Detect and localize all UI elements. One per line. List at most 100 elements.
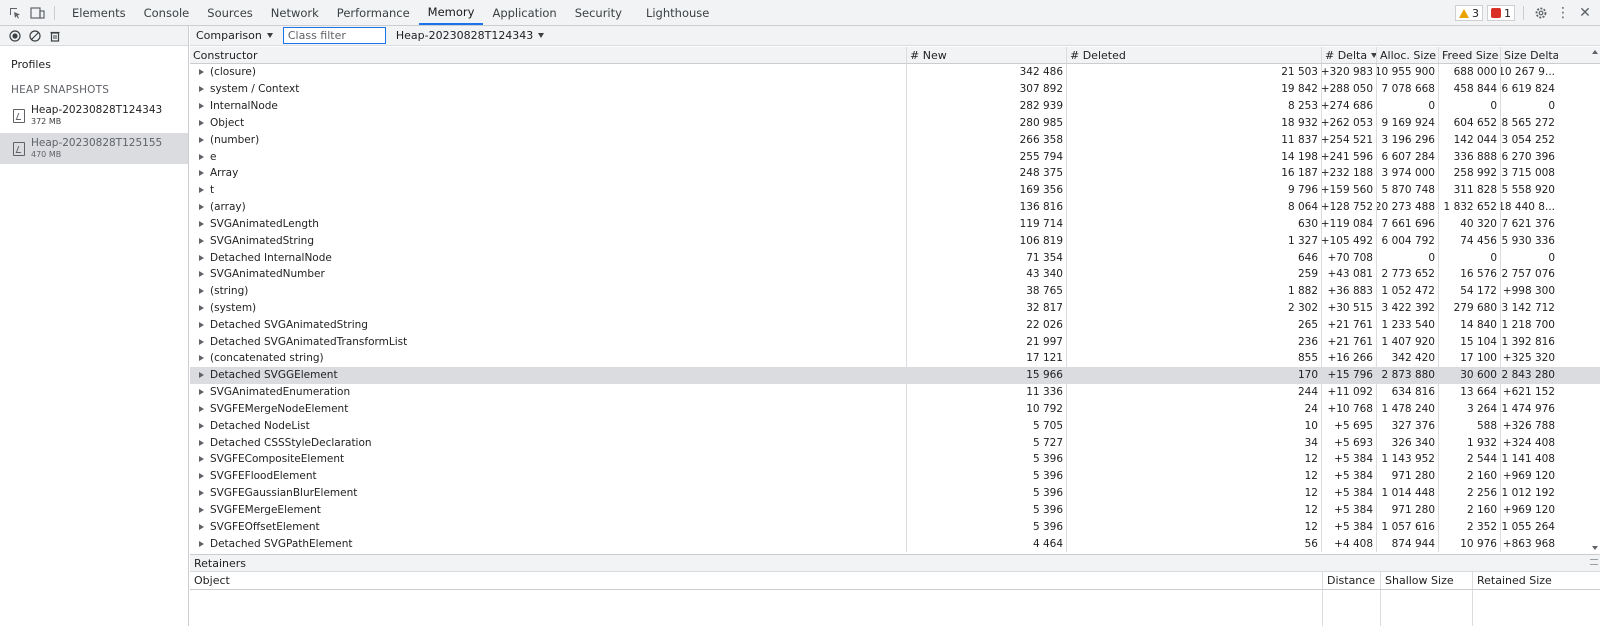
table-row[interactable]: SVGAnimatedNumber 43 340 259 +43 081 2 773 6… xyxy=(190,265,1600,283)
table-row[interactable]: SVGFEMergeElement 5 396 12 +5 384 971 280 2 1… xyxy=(190,501,1600,519)
table-row[interactable]: InternalNode 282 939 8 253 +274 686 0 0 0 xyxy=(190,97,1600,115)
table-row[interactable]: Detached SVGGElement 15 966 170 +15 796 2 87… xyxy=(190,366,1600,384)
table-row[interactable]: SVGAnimatedLength 119 714 630 +119 084 7 661… xyxy=(190,215,1600,233)
errors-badge[interactable]: 1 xyxy=(1487,5,1515,21)
expand-triangle-icon[interactable] xyxy=(199,86,204,93)
tab-memory[interactable]: Memory xyxy=(418,0,484,25)
tab-performance[interactable]: Performance xyxy=(328,0,419,25)
col-distance[interactable]: Distance xyxy=(1323,572,1381,589)
col-retained-size[interactable]: Retained Size xyxy=(1473,572,1600,589)
table-row[interactable]: (closure) 342 486 21 503 +320 983 10 955 900… xyxy=(190,64,1600,81)
table-row[interactable]: Detached SVGAnimatedString 22 026 265 +21 7… xyxy=(190,316,1600,334)
expand-triangle-icon[interactable] xyxy=(199,288,204,295)
col-alloc-size[interactable]: Alloc. Size xyxy=(1377,47,1439,63)
clear-icon[interactable] xyxy=(28,29,42,43)
expand-triangle-icon[interactable] xyxy=(199,439,204,446)
table-row[interactable]: (string) 38 765 1 882 +36 883 1 052 472 54 17… xyxy=(190,282,1600,300)
table-row[interactable]: Detached NodeList 5 705 10 +5 695 327 376 588… xyxy=(190,417,1600,435)
expand-triangle-icon[interactable] xyxy=(199,69,204,76)
expand-triangle-icon[interactable] xyxy=(199,473,204,480)
settings-gear-icon[interactable] xyxy=(1532,3,1550,23)
table-row[interactable]: SVGFECompositeElement 5 396 12 +5 384 1 143 … xyxy=(190,451,1600,468)
inspect-element-icon[interactable] xyxy=(4,0,26,26)
tab-lighthouse[interactable]: Lighthouse xyxy=(637,0,718,25)
tab-security[interactable]: Security xyxy=(566,0,631,25)
table-row[interactable]: e 255 79414 198+241 5966 607 284336 888+6… xyxy=(190,148,1600,165)
collect-garbage-icon[interactable] xyxy=(48,29,62,43)
scroll-down-icon[interactable] xyxy=(1592,546,1598,550)
snapshot-item[interactable]: Heap-20230828T124343 372 MB xyxy=(0,100,188,131)
device-toolbar-icon[interactable] xyxy=(26,0,48,26)
base-snapshot-select[interactable]: Heap-20230828T124343 xyxy=(390,29,550,42)
resize-grip-icon[interactable] xyxy=(1590,559,1598,565)
col-constructor[interactable]: Constructor xyxy=(190,47,907,63)
scroll-up-icon[interactable] xyxy=(1592,50,1598,54)
col-deleted[interactable]: # Deleted xyxy=(1067,47,1322,63)
close-icon[interactable]: ✕ xyxy=(1576,3,1594,23)
col-shallow-size[interactable]: Shallow Size xyxy=(1381,572,1473,589)
expand-triangle-icon[interactable] xyxy=(199,523,204,530)
profiles-label[interactable]: Profiles xyxy=(0,58,188,71)
col-object[interactable]: Object xyxy=(190,572,1323,589)
expand-triangle-icon[interactable] xyxy=(199,422,204,429)
col-delta[interactable]: # Delta xyxy=(1322,47,1377,63)
expand-triangle-icon[interactable] xyxy=(199,506,204,513)
class-filter-input[interactable] xyxy=(282,27,386,44)
expand-triangle-icon[interactable] xyxy=(199,204,204,211)
table-row[interactable]: (concatenated string) 17 121 855 +16 266 342… xyxy=(190,350,1600,367)
table-row[interactable]: Object 280 985 18 932 +262 053 9 169 924 604 … xyxy=(190,114,1600,132)
table-row[interactable]: (system) 32 817 2 302 +30 515 3 422 392 279 6… xyxy=(190,299,1600,317)
col-freed-size[interactable]: Freed Size xyxy=(1439,47,1501,63)
col-new[interactable]: # New xyxy=(907,47,1067,63)
table-row[interactable]: SVGFEMergeNodeElement 10 792 24 +10 768 1 47… xyxy=(190,400,1600,418)
table-row[interactable]: Detached InternalNode 71 354 646 +70 708 0 0 0 xyxy=(190,249,1600,266)
expand-triangle-icon[interactable] xyxy=(199,456,204,463)
expand-triangle-icon[interactable] xyxy=(199,119,204,126)
expand-triangle-icon[interactable] xyxy=(199,338,204,345)
expand-triangle-icon[interactable] xyxy=(199,321,204,328)
record-icon[interactable] xyxy=(8,29,22,43)
table-row[interactable]: SVGFEFloodElement 5 396 12 +5 384 971 280 2 1… xyxy=(190,467,1600,485)
expand-triangle-icon[interactable] xyxy=(199,305,204,311)
freed-size-cell: 40 320 xyxy=(1439,215,1501,233)
expand-triangle-icon[interactable] xyxy=(199,405,204,412)
expand-triangle-icon[interactable] xyxy=(199,490,204,497)
tab-application[interactable]: Application xyxy=(483,0,565,25)
table-row[interactable]: t 169 3569 796+159 5605 870 748311 828+5 … xyxy=(190,181,1600,199)
table-row[interactable]: (array) 136 816 8 064 +128 752 20 273 488 1 8… xyxy=(190,198,1600,216)
expand-triangle-icon[interactable] xyxy=(199,271,204,278)
expand-triangle-icon[interactable] xyxy=(199,187,204,194)
tab-console[interactable]: Console xyxy=(135,0,199,25)
table-row[interactable]: SVGFEOffsetElement 5 396 12 +5 384 1 057 616… xyxy=(190,518,1600,536)
snapshot-item-selected[interactable]: Heap-20230828T125155 470 MB xyxy=(0,133,188,164)
col-size-delta[interactable]: Size Delta xyxy=(1501,47,1558,63)
table-row[interactable]: Detached SVGPathElement 4 464 56 +4 408 874 … xyxy=(190,535,1600,553)
expand-triangle-icon[interactable] xyxy=(199,153,204,160)
expand-triangle-icon[interactable] xyxy=(199,103,204,110)
expand-triangle-icon[interactable] xyxy=(199,254,204,261)
expand-triangle-icon[interactable] xyxy=(199,170,204,177)
table-row[interactable]: SVGFEGaussianBlurElement 5 396 12 +5 384 1 0… xyxy=(190,484,1600,502)
tab-sources[interactable]: Sources xyxy=(198,0,262,25)
expand-triangle-icon[interactable] xyxy=(199,355,204,362)
view-mode-select[interactable]: Comparison xyxy=(190,29,279,42)
expand-triangle-icon[interactable] xyxy=(199,372,204,379)
table-row[interactable]: SVGAnimatedEnumeration 11 336 244 +11 092 63… xyxy=(190,383,1600,401)
table-row[interactable]: (number) 266 358 11 837 +254 521 3 196 296 14… xyxy=(190,131,1600,149)
table-row[interactable]: Detached SVGAnimatedTransformList 21 997 2… xyxy=(190,333,1600,351)
table-scrollbar[interactable] xyxy=(1590,47,1600,553)
more-options-icon[interactable]: ⋮ xyxy=(1554,3,1572,23)
table-row[interactable]: system / Context 307 892 19 842 +288 050 7 0… xyxy=(190,80,1600,98)
expand-triangle-icon[interactable] xyxy=(199,220,204,227)
tab-network[interactable]: Network xyxy=(262,0,328,25)
warnings-badge[interactable]: 3 xyxy=(1455,5,1483,21)
table-row[interactable]: Array 248 375 16 187 +232 188 3 974 000 258 9… xyxy=(190,164,1600,182)
table-row[interactable]: SVGAnimatedString 106 819 1 327 +105 492 6 0… xyxy=(190,232,1600,250)
table-row[interactable]: Detached CSSStyleDeclaration 5 727 34 +5 69… xyxy=(190,434,1600,452)
expand-triangle-icon[interactable] xyxy=(199,540,204,547)
expand-triangle-icon[interactable] xyxy=(199,237,204,244)
expand-triangle-icon[interactable] xyxy=(199,389,204,396)
tab-elements[interactable]: Elements xyxy=(63,0,135,25)
expand-triangle-icon[interactable] xyxy=(199,136,204,143)
alloc-size-cell: 3 974 000 xyxy=(1377,164,1439,182)
